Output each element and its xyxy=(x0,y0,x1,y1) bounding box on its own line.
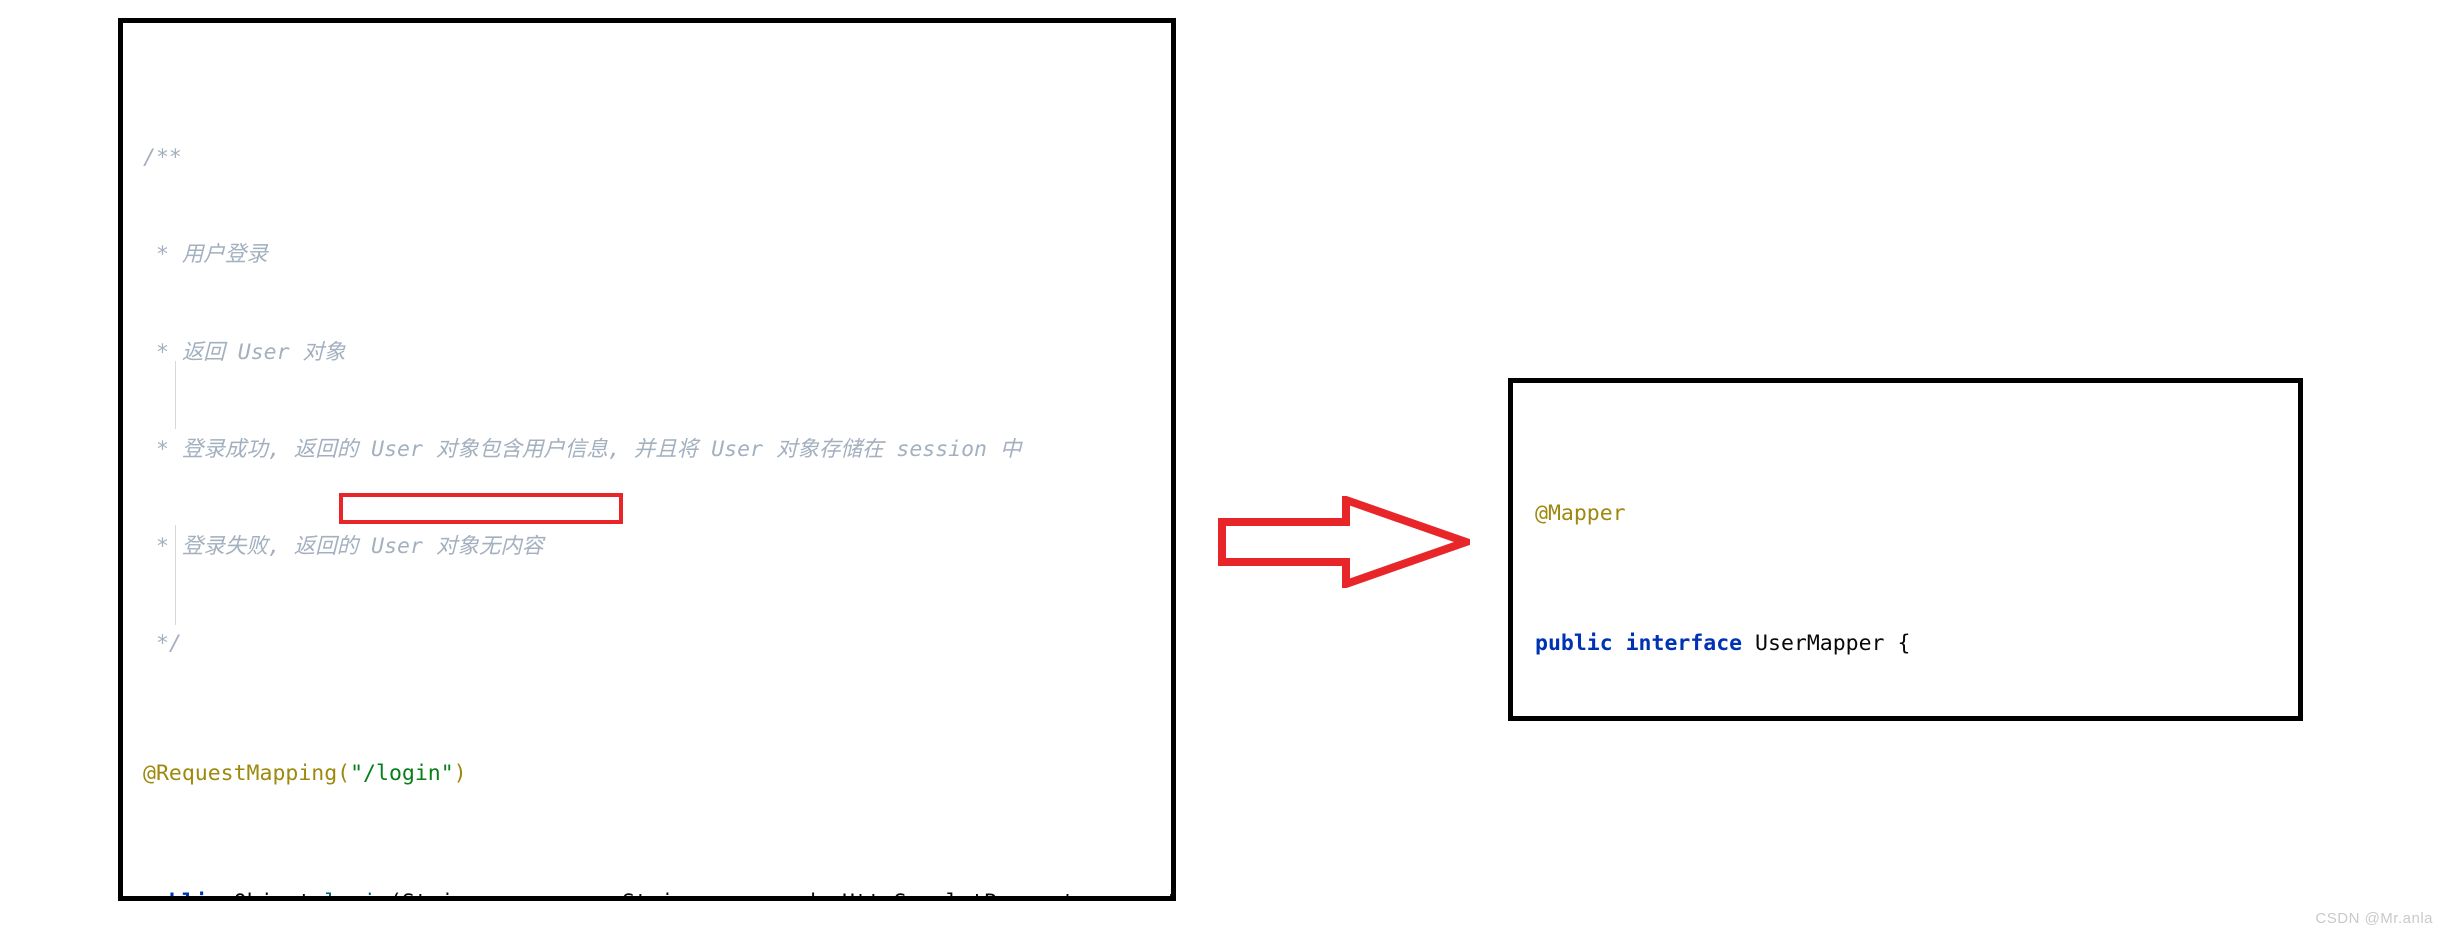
code-line: /** xyxy=(143,142,1171,174)
code-line: */ xyxy=(143,628,1171,660)
mapper-code-body[interactable]: @Mapper public interface UserMapper { //… xyxy=(1513,383,2298,716)
controller-code-panel: /** * 用户登录 * 返回 User 对象 * 登录成功, 返回的 User… xyxy=(118,18,1176,901)
line-5-text: */ xyxy=(143,631,182,657)
code-line: * 用户登录 xyxy=(143,239,1171,271)
right-block-arrow xyxy=(1218,496,1470,588)
mapper-code-panel: @Mapper public interface UserMapper { //… xyxy=(1508,378,2303,721)
code-line: * 登录成功, 返回的 User 对象包含用户信息, 并且将 User 对象存储… xyxy=(143,434,1171,466)
indent-guide xyxy=(175,361,176,429)
arrow-shape xyxy=(1218,496,1470,588)
line-1-text: * 用户登录 xyxy=(143,242,268,268)
code-line-method-signature: public Object login(String username, Str… xyxy=(143,887,1171,896)
code-line-interface-decl: public interface UserMapper { xyxy=(1535,630,1911,656)
code-line-mapper-annotation: @Mapper xyxy=(1535,498,2298,530)
line-3-text: * 登录成功, 返回的 User 对象包含用户信息, 并且将 User 对象存储… xyxy=(143,436,1022,462)
string-login-path: "/login" xyxy=(350,760,454,786)
code-line: * 返回 User 对象 xyxy=(143,337,1171,369)
line-4-text: * 登录失败, 返回的 User 对象无内容 xyxy=(143,534,544,560)
controller-code-body[interactable]: /** * 用户登录 * 返回 User 对象 * 登录成功, 返回的 User… xyxy=(123,23,1171,896)
annotation-mapper: @Mapper xyxy=(1535,501,1626,527)
csdn-watermark: CSDN @Mr.anla xyxy=(2315,910,2433,927)
line-2-text: * 返回 User 对象 xyxy=(143,339,346,365)
annotation-request-mapping: @RequestMapping( xyxy=(143,760,351,786)
code-line: * 登录失败, 返回的 User 对象无内容 xyxy=(143,531,1171,563)
indent-guide xyxy=(175,525,176,625)
line-0-text: /** xyxy=(143,145,182,171)
code-line-request-mapping: @RequestMapping("/login") xyxy=(143,760,467,786)
